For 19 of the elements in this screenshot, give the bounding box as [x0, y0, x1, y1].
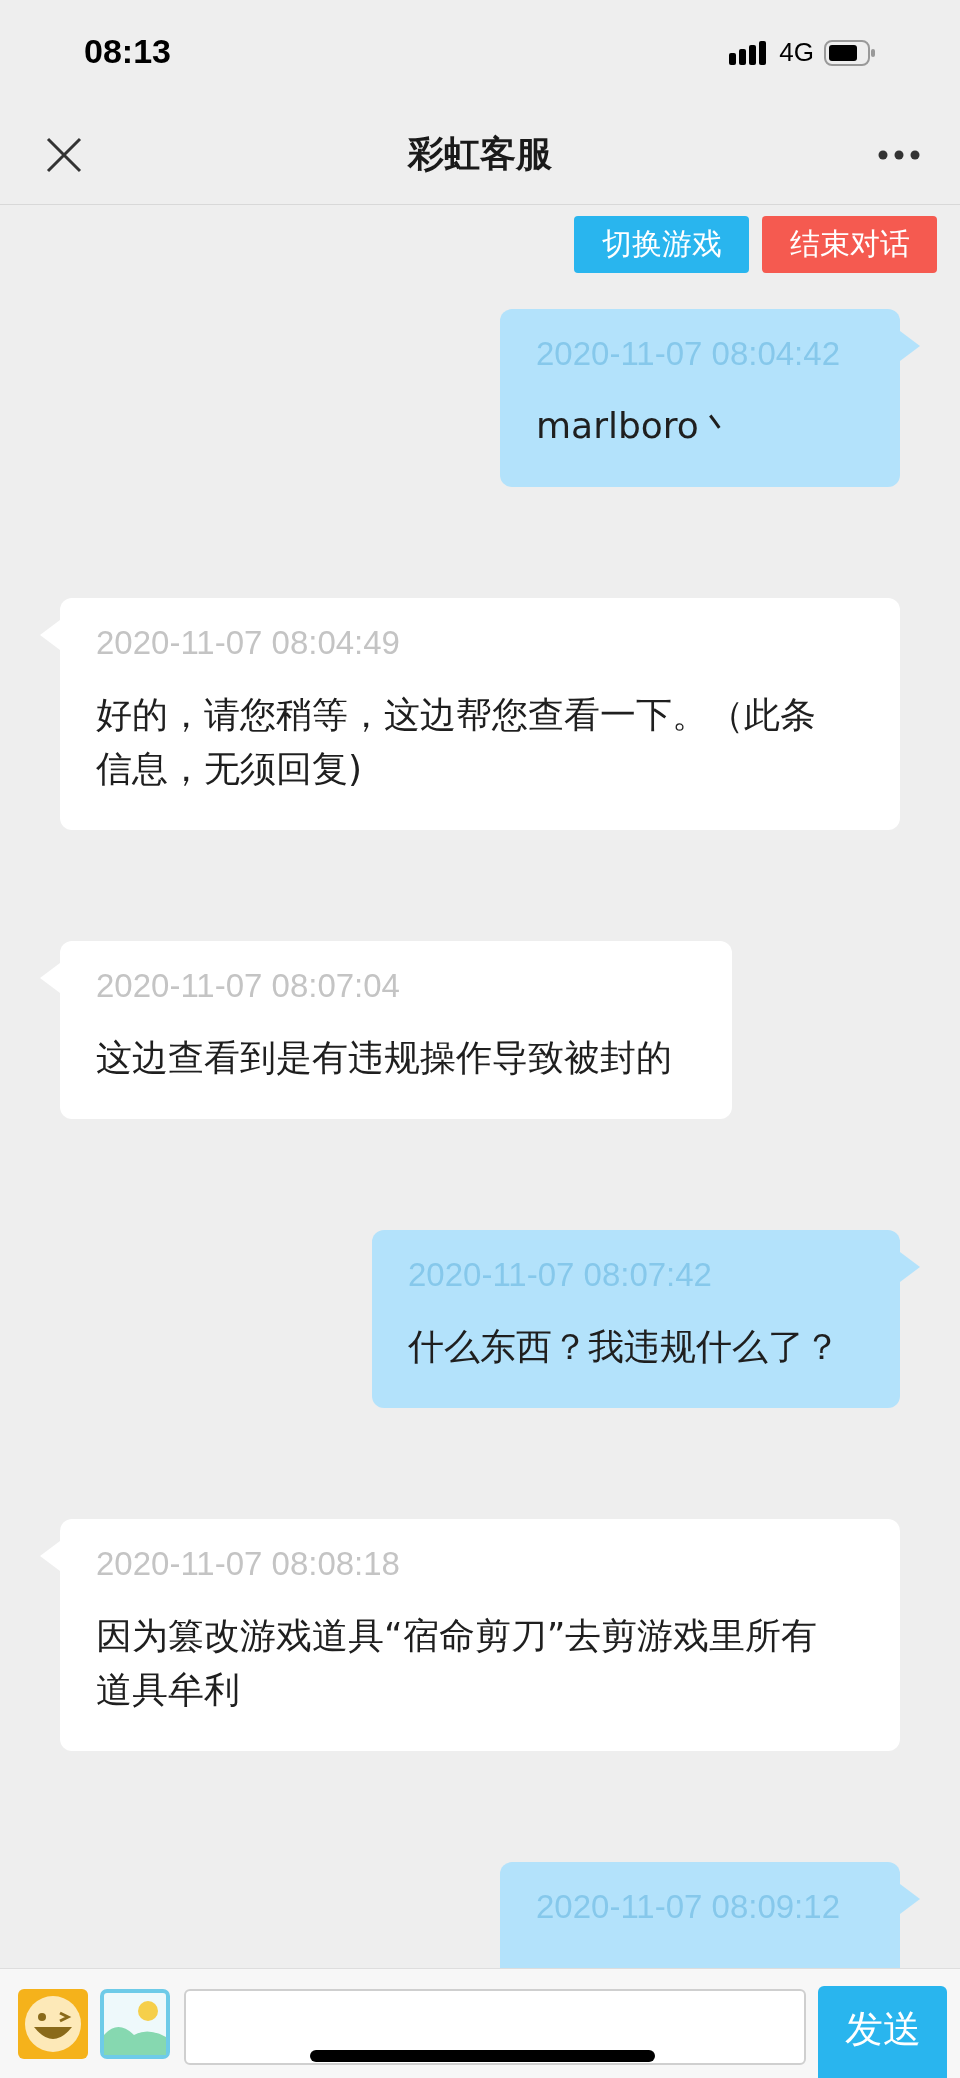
message-text: 这边查看到是有违规操作导致被封的	[96, 1036, 672, 1080]
chat-title: 彩虹客服	[408, 132, 552, 176]
message-time: 2020-11-07 08:07:04	[96, 966, 401, 1006]
message-text: 因为篡改游戏道具“宿命剪刀”去剪游戏里所有道具牟利	[96, 1614, 819, 1712]
battery-icon	[824, 39, 876, 66]
message-text: marlboro丶	[536, 404, 736, 448]
message-text: 好的，请您稍等，这边帮您查看一下。（此条信息，无须回复)	[96, 693, 817, 791]
close-icon[interactable]	[46, 136, 82, 173]
more-icon[interactable]	[878, 149, 920, 160]
network-label: 4G	[779, 37, 814, 68]
emoji-icon[interactable]	[18, 1989, 88, 2059]
message-input[interactable]	[184, 1989, 806, 2065]
action-button[interactable]: 结束对话	[762, 216, 937, 273]
status-time: 08:13	[84, 32, 171, 71]
message-time: 2020-11-07 08:08:18	[96, 1544, 401, 1584]
send-button[interactable]: 发送	[818, 1986, 947, 2078]
action-button[interactable]: 切换游戏	[574, 216, 749, 273]
message-text: 什么东西？我违规什么了？	[408, 1325, 840, 1369]
message-time: 2020-11-07 08:04:49	[96, 623, 401, 663]
